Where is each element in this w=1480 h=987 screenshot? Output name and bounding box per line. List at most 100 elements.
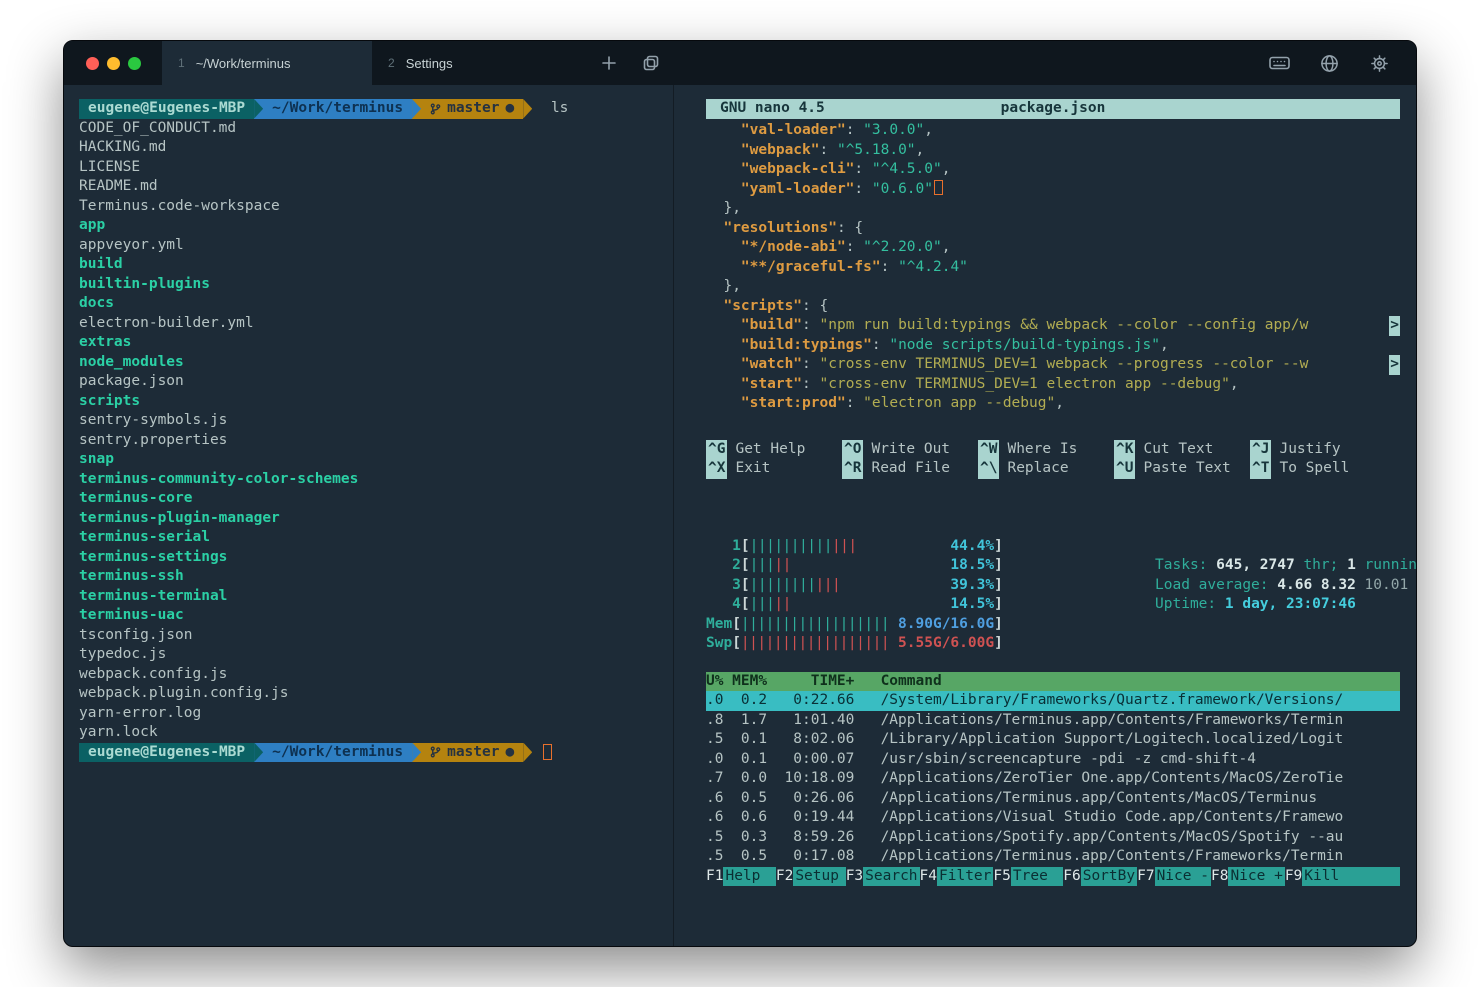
fnbar-item: F8 Nice + xyxy=(1210,866,1285,886)
wrap-marker: > xyxy=(1389,316,1400,336)
shortcut-key: ^K xyxy=(1114,439,1136,459)
tab-title: Settings xyxy=(405,55,453,71)
process-row: .8 1.7 1:01.40/Applications/Terminus.app/C… xyxy=(706,711,1344,728)
listing-item: CODE_OF_CONDUCT.md xyxy=(79,119,237,136)
nano-line: "watch": "cross-env TERMINUS_DEV=1 webpa… xyxy=(706,355,1400,375)
fnbar-key: F1 xyxy=(706,867,724,884)
right-pane[interactable]: GNU nano 4.5 package.json "val-loader": … xyxy=(674,85,1416,946)
listing-item: yarn-error.log xyxy=(79,704,202,721)
listing-item: terminus-plugin-manager xyxy=(79,509,280,526)
tab-strip: 1 ~/Work/terminus 2 Settings xyxy=(162,41,582,85)
tab-index: 2 xyxy=(388,56,395,70)
prompt-path-segment: ~/Work/terminus xyxy=(263,99,413,119)
listing-item: build xyxy=(79,256,123,272)
fnbar-item: F6 SortBy xyxy=(1063,866,1138,886)
prompt-user-segment: eugene@Eugenes-MBP xyxy=(79,742,255,762)
cpu-meter: 4[||||| 14.5%] xyxy=(732,596,1003,612)
shell-prompt-bottom: eugene@Eugenes-MBP ~/Work/terminus master ● xyxy=(79,742,673,762)
prompt-user-segment: eugene@Eugenes-MBP xyxy=(79,99,255,119)
fnbar-item: F4 Filter xyxy=(920,866,994,886)
fnbar-key: F3 xyxy=(845,867,864,884)
listing-item: webpack.plugin.config.js xyxy=(79,685,289,701)
htop-pane[interactable]: 1[||||||||||||| 44.4%] 2[||||| 18.5%] 3[||||… xyxy=(706,537,1416,886)
fnbar-item: F5 Tree xyxy=(993,866,1064,886)
shortcut-key: ^R xyxy=(842,459,864,479)
keyboard-icon xyxy=(1268,56,1290,70)
nano-line: "val-loader": "3.0.0", xyxy=(740,122,933,138)
globe-button[interactable] xyxy=(1318,52,1340,74)
shortcut-key: ^T xyxy=(1250,459,1272,479)
swap-meter: Swp[|||||||||||||||||| 5.55G/6.00G] xyxy=(706,634,1003,654)
shell-prompt-top: eugene@Eugenes-MBP ~/Work/terminus master ●… xyxy=(79,99,673,119)
listing-item: terminus-ssh xyxy=(79,568,184,584)
nano-line: }, xyxy=(706,278,741,294)
keyboard-button[interactable] xyxy=(1268,52,1290,74)
listing-item: typedoc.js xyxy=(79,646,167,662)
titlebar-right-icons xyxy=(1268,41,1416,85)
listing-item: app xyxy=(79,217,106,233)
htop-stats: Tasks: 645, 2747 thr; 1 running Load ave… xyxy=(1033,537,1416,654)
htop-tasks: Tasks: 645, 2747 thr; 1 running xyxy=(1155,557,1416,573)
fnbar-key: F7 xyxy=(1137,867,1155,884)
nano-shortcut: ^K Cut Text xyxy=(1114,439,1250,459)
tab-2[interactable]: 2 Settings xyxy=(372,41,582,85)
shortcut-label: Get Help xyxy=(735,440,806,457)
settings-button[interactable] xyxy=(1368,52,1390,74)
nano-line: "build:typings": "node scripts/build-typ… xyxy=(740,336,1169,353)
powerline-arrow-icon xyxy=(412,742,422,762)
nano-pane[interactable]: GNU nano 4.5 package.json "val-loader": … xyxy=(706,99,1400,479)
powerline-arrow-icon xyxy=(523,99,533,119)
shell-pane[interactable]: eugene@Eugenes-MBP ~/Work/terminus master ●… xyxy=(64,85,674,946)
close-button[interactable] xyxy=(86,56,99,70)
dirty-dot: ● xyxy=(505,100,515,116)
fnbar-key: F2 xyxy=(775,867,794,884)
wrap-marker: > xyxy=(1389,355,1400,375)
fnbar-label: SortBy xyxy=(1080,866,1138,886)
fnbar-key: F8 xyxy=(1210,867,1229,884)
process-table-header: U% MEM% TIME+ Command xyxy=(706,671,1400,691)
process-row: .7 0.0 10:18.09/Applications/ZeroTier One.… xyxy=(706,770,1344,786)
nano-line: "**/graceful-fs": "^4.2.4" xyxy=(740,258,968,275)
nano-shortcut: ^T To Spell xyxy=(1250,459,1386,479)
listing-item: tsconfig.json xyxy=(79,626,193,643)
nano-shortcut: ^U Paste Text xyxy=(1114,459,1250,479)
process-table-body: .0 0.2 0:22.66/System/Library/Frameworks/Q… xyxy=(706,691,1400,867)
nano-shortcuts: ^G Get Help ^O Write Out ^W Where Is ^K Cut Tex… xyxy=(706,439,1400,479)
nano-shortcut: ^O Write Out xyxy=(842,439,978,459)
new-tab-button[interactable] xyxy=(598,52,620,74)
listing-item: yarn.lock xyxy=(79,724,158,740)
process-row: .6 0.6 0:19.44/Applications/Visual Studio … xyxy=(706,809,1344,825)
fnbar-key: F6 xyxy=(1063,867,1081,884)
htop-meters: 1[||||||||||||| 44.4%] 2[||||| 18.5%] 3[||||… xyxy=(706,537,1003,654)
duplicate-tab-button[interactable] xyxy=(640,52,662,74)
nano-line: "webpack": "^5.18.0", xyxy=(740,141,925,158)
zoom-button[interactable] xyxy=(128,56,141,70)
process-row: .5 0.3 8:59.26/Applications/Spotify.app/Co… xyxy=(706,828,1344,845)
listing-item: terminus-core xyxy=(79,490,193,506)
process-row: .0 0.2 0:22.66/System/Library/Frameworks/Q… xyxy=(706,691,1400,711)
tab-1[interactable]: 1 ~/Work/terminus xyxy=(162,41,372,85)
process-row: .5 0.1 8:02.06/Library/Application Support… xyxy=(706,731,1344,747)
powerline-arrow-icon xyxy=(523,742,533,762)
listing-item: extras xyxy=(79,334,132,350)
nano-line: "yaml-loader": "0.6.0" xyxy=(706,179,1400,200)
fnbar-label: Nice + xyxy=(1228,866,1285,886)
listing-item: terminus-settings xyxy=(79,548,228,565)
fnbar-label: Setup xyxy=(793,866,846,886)
minimize-button[interactable] xyxy=(107,56,120,70)
listing-item: sentry-symbols.js xyxy=(79,412,228,428)
prompt-path-segment: ~/Work/terminus xyxy=(263,742,413,762)
listing-item: LICENSE xyxy=(79,158,141,175)
shortcut-key: ^\ xyxy=(978,459,1000,479)
shortcut-label: Exit xyxy=(735,460,771,476)
listing-item: builtin-plugins xyxy=(79,275,210,292)
nano-shortcut: ^J Justify xyxy=(1250,439,1386,459)
fnbar-label: Tree xyxy=(1010,866,1064,886)
shortcut-key: ^O xyxy=(842,439,864,459)
fnbar-label: Kill xyxy=(1302,866,1400,886)
powerline-arrow-icon xyxy=(254,99,264,119)
fnbar-item: F1 Help xyxy=(706,866,776,886)
nano-shortcut: ^G Get Help xyxy=(706,439,842,459)
shell-command: ls xyxy=(542,100,569,116)
listing-item: terminus-terminal xyxy=(79,587,228,604)
